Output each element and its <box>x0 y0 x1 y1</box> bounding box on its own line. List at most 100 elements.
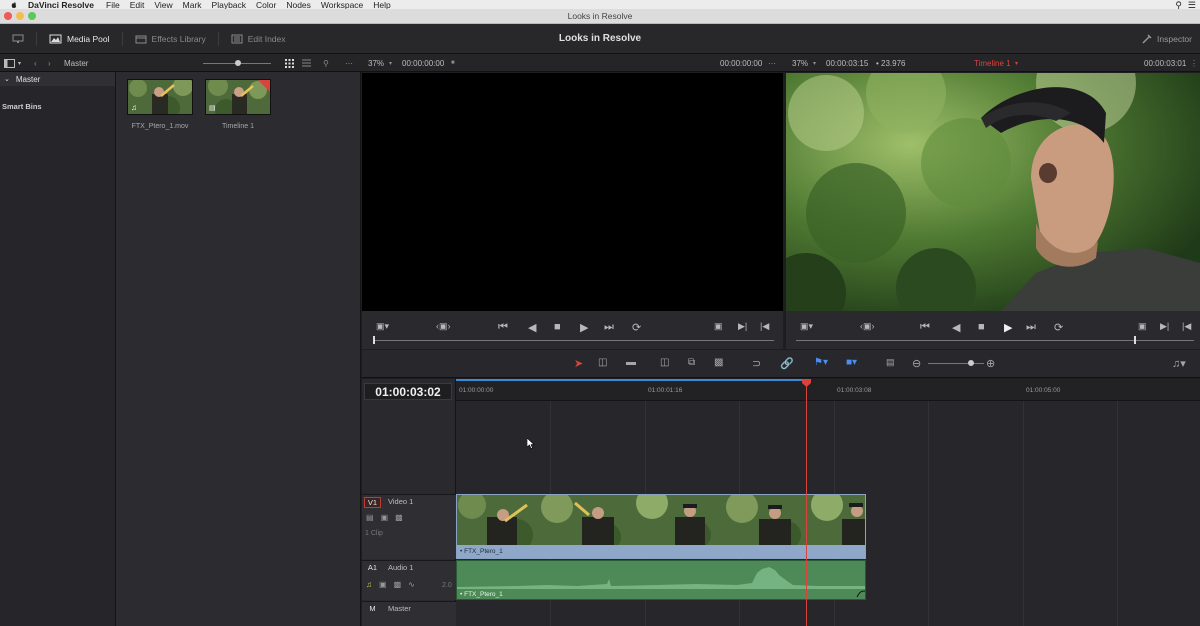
viewer-mode-icon[interactable]: ▣▾ <box>800 321 813 332</box>
timeline-more-icon[interactable]: ⋮ <box>1190 54 1198 72</box>
trim-icon[interactable]: ▣ <box>714 321 723 332</box>
selection-tool-icon[interactable]: ➤ <box>574 357 583 370</box>
match-frame-icon[interactable]: ‹▣› <box>436 321 451 332</box>
zoom-out-icon[interactable]: ⊖ <box>912 357 921 370</box>
source-zoom-level[interactable]: 37% <box>368 54 384 72</box>
master-bin[interactable]: ⌄ Master <box>0 72 115 86</box>
video-clip[interactable]: • FTX_Ptero_1 <box>456 494 866 559</box>
timeline-ruler[interactable]: 01:00:00:00 01:00:01:16 01:00:03:08 01:0… <box>456 379 1200 401</box>
grid-view-icon[interactable] <box>285 54 294 72</box>
audio-track-tag[interactable]: A1 <box>364 563 381 574</box>
timeline-current-timecode[interactable]: 01:00:03:02 <box>364 383 452 400</box>
full-extent-zoom-icon[interactable]: ▤ <box>886 357 895 368</box>
play-icon[interactable]: ▶ <box>1004 321 1012 334</box>
auto-select-icon[interactable]: ▩ <box>394 580 402 589</box>
stop-icon[interactable]: ■ <box>978 321 985 333</box>
audio-clip[interactable]: • FTX_Ptero_1 <box>456 560 866 600</box>
source-scrub-knob[interactable] <box>373 336 375 344</box>
jump-to-end-icon[interactable]: ⏭ <box>604 321 614 334</box>
slider-knob[interactable] <box>235 59 241 66</box>
audio-track-name[interactable]: Audio 1 <box>388 563 413 572</box>
media-clip-ftx-ptero[interactable]: ♫ FTX_Ptero_1.mov <box>127 79 193 130</box>
timeline-zoom-slider[interactable] <box>928 360 984 366</box>
inspector-button[interactable]: Inspector <box>1142 24 1192 54</box>
source-viewer[interactable] <box>362 73 783 311</box>
chevron-down-icon[interactable]: ▾ <box>813 54 816 72</box>
flag-icon[interactable]: ⚑▾ <box>814 357 828 368</box>
timeline-area[interactable]: 01:00:00:00 01:00:01:16 01:00:03:08 01:0… <box>456 379 1200 626</box>
video-track-name[interactable]: Video 1 <box>388 497 413 506</box>
bin-list-toggle-icon[interactable]: ▾ <box>4 54 21 72</box>
thumbnail-size-slider[interactable] <box>203 54 271 72</box>
stop-icon[interactable]: ■ <box>554 321 561 333</box>
match-frame-icon[interactable]: ‹▣› <box>860 321 875 332</box>
close-window-button[interactable] <box>4 12 12 20</box>
source-scrub-bar[interactable] <box>374 340 774 341</box>
inspector-icon <box>1142 34 1152 44</box>
source-more-icon[interactable]: ⋯ <box>768 54 776 72</box>
play-icon[interactable]: ▶ <box>580 321 588 334</box>
chevron-down-icon[interactable]: ▾ <box>389 54 392 72</box>
list-view-icon[interactable] <box>302 54 311 72</box>
more-options-icon[interactable]: ⋯ <box>345 54 353 72</box>
zoom-in-icon[interactable]: ⊕ <box>986 357 995 370</box>
apple-icon[interactable] <box>10 1 18 9</box>
snapping-icon[interactable]: ⊃ <box>752 357 761 370</box>
loop-icon[interactable]: ⟳ <box>632 321 641 334</box>
mark-in-icon[interactable]: ▶| <box>1160 321 1169 332</box>
play-reverse-icon[interactable]: ◀ <box>952 321 960 334</box>
viewer-mode-icon[interactable]: ▣▾ <box>376 321 389 332</box>
auto-select-icon[interactable]: ▩ <box>395 513 403 522</box>
workspace-layout-button[interactable] <box>0 24 36 54</box>
nav-back-icon[interactable]: ‹ <box>34 54 37 72</box>
timeline-duration: 00:00:03:15 <box>826 58 869 68</box>
zoom-window-button[interactable] <box>28 12 36 20</box>
timeline-dropdown-icon[interactable]: ▾ <box>1015 54 1018 72</box>
clip-thumbnail[interactable]: ♫ <box>127 79 193 115</box>
master-track-tag[interactable]: M <box>364 604 381 615</box>
video-track-tag[interactable]: V1 <box>364 497 381 508</box>
master-track-name[interactable]: Master <box>388 604 411 613</box>
video-track-header[interactable]: V1 Video 1 ▤ ▣ ▩ 1 Clip <box>362 494 456 559</box>
replace-clip-icon[interactable]: ▩ <box>714 357 723 368</box>
zoom-slider-knob[interactable] <box>968 360 974 366</box>
lock-icon[interactable]: ▣ <box>381 513 389 522</box>
effects-library-button[interactable]: Effects Library <box>123 24 218 54</box>
jump-to-start-icon[interactable]: ⏮ <box>498 321 508 334</box>
audio-track-header[interactable]: A1 Audio 1 ♫ ▣ ▩ ∿ 2.0 <box>362 560 456 600</box>
jump-to-end-icon[interactable]: ⏭ <box>1026 321 1036 334</box>
overwrite-clip-icon[interactable]: ⧉ <box>688 357 695 368</box>
linked-selection-icon[interactable]: 🔗 <box>780 357 794 370</box>
blade-tool-icon[interactable]: ▬ <box>626 357 636 368</box>
trim-tool-icon[interactable]: ◫ <box>598 357 607 368</box>
edit-index-button[interactable]: Edit Index <box>219 24 298 54</box>
waveform-icon[interactable]: ∿ <box>408 580 415 589</box>
timeline-scrub-knob[interactable] <box>1134 336 1136 344</box>
media-pool-button[interactable]: Media Pool <box>37 24 122 54</box>
timeline-zoom-level[interactable]: 37% <box>792 54 808 72</box>
nav-forward-icon[interactable]: › <box>48 54 51 72</box>
clip-thumbnail[interactable]: ▤ <box>205 79 271 115</box>
play-reverse-icon[interactable]: ◀ <box>528 321 536 334</box>
mark-out-icon[interactable]: |◀ <box>1182 321 1191 332</box>
audio-meter-icon[interactable]: ♫▾ <box>1172 357 1186 370</box>
timeline-name[interactable]: Timeline 1 <box>974 54 1011 72</box>
timeline-viewer[interactable] <box>786 73 1200 311</box>
loop-icon[interactable]: ⟳ <box>1054 321 1063 334</box>
trim-icon[interactable]: ▣ <box>1138 321 1147 332</box>
track-toggle-icon[interactable]: ▤ <box>366 513 374 522</box>
minimize-window-button[interactable] <box>16 12 24 20</box>
marker-icon[interactable]: ■▾ <box>846 357 857 368</box>
lock-icon[interactable]: ▣ <box>379 580 387 589</box>
master-track-header[interactable]: M Master <box>362 601 456 626</box>
jump-to-start-icon[interactable]: ⏮ <box>920 321 930 334</box>
mark-out-icon[interactable]: |◀ <box>760 321 769 332</box>
chevron-down-icon[interactable]: ⌄ <box>4 75 10 83</box>
mark-in-icon[interactable]: ▶| <box>738 321 747 332</box>
media-clip-timeline-1[interactable]: ▤ Timeline 1 <box>205 79 271 130</box>
speaker-icon[interactable]: ♫ <box>366 580 372 589</box>
insert-clip-icon[interactable]: ◫ <box>660 357 669 368</box>
playhead-line[interactable] <box>806 379 807 626</box>
search-icon[interactable]: ⚲ <box>323 54 329 72</box>
playhead-marker-icon[interactable] <box>802 379 811 387</box>
